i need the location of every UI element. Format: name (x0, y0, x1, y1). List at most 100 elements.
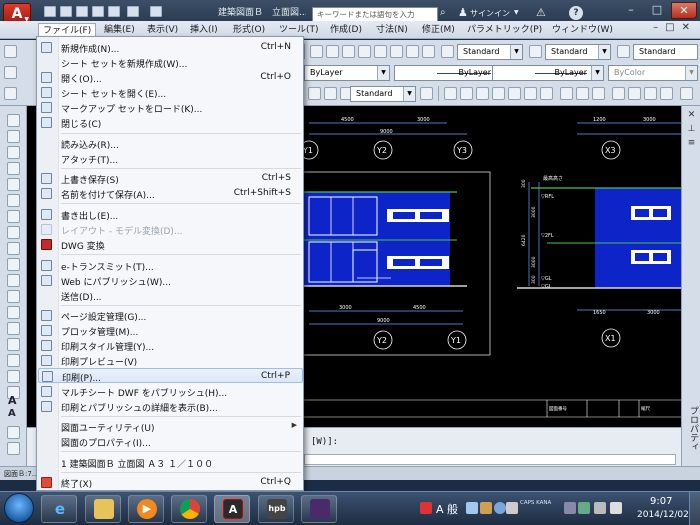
close-button[interactable]: ✕ (671, 2, 697, 19)
start-button[interactable] (4, 493, 34, 523)
save-as-icon[interactable] (92, 6, 104, 17)
signin-button[interactable]: サインイン (470, 8, 510, 19)
circle-tool-icon[interactable] (7, 210, 20, 223)
scale-tool-icon[interactable] (7, 290, 20, 303)
plot-icon[interactable] (108, 6, 120, 17)
line-tool-icon[interactable] (7, 114, 20, 127)
chevron-down-icon[interactable]: ▼ (514, 9, 519, 16)
menu-item-layout-to-model[interactable]: レイアウト - モデル変換(D)... (38, 222, 303, 237)
tb-icon[interactable] (644, 87, 657, 100)
ime-indicator[interactable]: A 般 (436, 501, 458, 517)
tb-icon[interactable] (406, 45, 419, 58)
wrench-icon[interactable] (7, 442, 20, 455)
menu-item-new-sheet-set[interactable]: シート セットを新規作成(W)... (38, 55, 303, 70)
exchange-apps-icon[interactable]: ⚠ (536, 6, 546, 19)
menu-item-attach[interactable]: アタッチ(T)... (38, 151, 303, 166)
rectangle-tool-icon[interactable] (7, 162, 20, 175)
show-desktop-button[interactable] (689, 492, 700, 525)
help-button[interactable]: ? (569, 6, 583, 20)
menu-edit[interactable]: 編集(E) (100, 23, 139, 37)
tb-icon[interactable] (680, 87, 693, 100)
menu-view[interactable]: 表示(V) (143, 23, 182, 37)
search-input[interactable]: キーワードまたは語句を入力 (312, 7, 438, 22)
tb-icon[interactable] (310, 45, 323, 58)
menu-item-export[interactable]: 書き出し(E)... (38, 207, 303, 222)
taskbar-ie[interactable]: e (41, 495, 77, 523)
tb-icon[interactable] (324, 87, 337, 100)
command-input[interactable] (304, 454, 676, 465)
tb-icon[interactable] (524, 87, 537, 100)
move-tool-icon[interactable] (7, 178, 20, 191)
mtext-tool-icon[interactable]: A (8, 408, 16, 419)
tb-icon[interactable] (460, 87, 473, 100)
tray-icon[interactable] (480, 502, 492, 514)
clock-date[interactable]: 2014/12/02 (637, 510, 689, 520)
menu-item-publish-dwf[interactable]: マルチシート DWF をパブリッシュ(H)... (38, 384, 303, 399)
tray-icon[interactable] (506, 502, 518, 514)
clock-time[interactable]: 9:07 (650, 496, 672, 507)
menu-tools[interactable]: ツール(T) (275, 23, 323, 37)
chamfer-tool-icon[interactable] (7, 370, 20, 383)
menu-item-page-setup[interactable]: ページ設定管理(G)... (38, 308, 303, 323)
menu-item-plot-details[interactable]: 印刷とパブリッシュの詳細を表示(B)... (38, 399, 303, 414)
tb-icon[interactable] (540, 87, 553, 100)
menu-file[interactable]: ファイル(F) (38, 23, 97, 37)
menu-item-new[interactable]: 新規作成(N)... Ctrl+N (38, 40, 303, 55)
extend-tool-icon[interactable] (7, 338, 20, 351)
open-icon[interactable] (60, 6, 72, 17)
menu-modify[interactable]: 修正(M) (418, 23, 459, 37)
volume-icon[interactable] (610, 502, 622, 514)
menu-item-drawing-utilities[interactable]: 図面ユーティリティ(U) ▶ (38, 419, 303, 434)
menu-item-plot-style-manager[interactable]: 印刷スタイル管理(Y)... (38, 338, 303, 353)
tb-icon[interactable] (576, 87, 589, 100)
color-select[interactable]: ByLayer ▼ (304, 65, 390, 81)
menu-item-publish-web[interactable]: Web にパブリッシュ(W)... (38, 273, 303, 288)
tb-icon[interactable] (560, 87, 573, 100)
menu-item-dwg-convert[interactable]: DWG 変換 (38, 237, 303, 252)
new-icon[interactable] (44, 6, 56, 17)
menu-draw[interactable]: 作成(D) (326, 23, 366, 37)
menu-item-etransmit[interactable]: e-トランスミット(T)... (38, 258, 303, 273)
menu-item-open-sheet-set[interactable]: シート セットを開く(E)... (38, 85, 303, 100)
network-icon[interactable] (594, 502, 606, 514)
plot-style-select[interactable]: ByColor ▼ (608, 65, 698, 81)
menu-dimension[interactable]: 寸法(N) (372, 23, 412, 37)
menu-parametric[interactable]: パラメトリック(P) (463, 23, 546, 37)
dim-style-select-2[interactable]: Standard ▼ (350, 86, 416, 102)
lineweight-select[interactable]: ByLayer ▼ (492, 65, 604, 81)
linetype-select[interactable]: ByLayer▼ (394, 65, 508, 81)
tb-icon[interactable] (358, 45, 371, 58)
menu-item-import[interactable]: 読み込み(R)... (38, 136, 303, 151)
array-tool-icon[interactable] (7, 274, 20, 287)
text-style-icon[interactable] (441, 45, 454, 58)
taskbar-media-player[interactable]: ▶ (128, 495, 164, 523)
tb-icon[interactable] (390, 45, 403, 58)
taskbar-app[interactable] (301, 495, 337, 523)
table-style-select[interactable]: Standard (633, 44, 698, 60)
flag-icon[interactable] (578, 502, 590, 514)
tb-icon[interactable] (422, 45, 435, 58)
layer-icon[interactable] (4, 66, 17, 79)
stretch-tool-icon[interactable] (7, 306, 20, 319)
tb-icon[interactable] (326, 45, 339, 58)
tb-icon[interactable] (508, 87, 521, 100)
help-tray-icon[interactable] (494, 502, 506, 514)
menu-item-open[interactable]: 開く(O)... Ctrl+O (38, 70, 303, 85)
table-tool-icon[interactable] (7, 426, 20, 439)
polygon-tool-icon[interactable] (7, 146, 20, 159)
trim-tool-icon[interactable] (7, 322, 20, 335)
dim-style-icon[interactable] (529, 45, 542, 58)
tb-icon[interactable] (374, 45, 387, 58)
maximize-button[interactable]: □ (645, 2, 669, 19)
table-style-icon[interactable] (617, 45, 630, 58)
taskbar-autocad[interactable]: A (214, 495, 250, 523)
undo-icon[interactable] (127, 6, 139, 17)
menu-insert[interactable]: 挿入(I) (186, 23, 222, 37)
rotate-tool-icon[interactable] (7, 194, 20, 207)
tb-icon[interactable] (476, 87, 489, 100)
menu-item-plot-preview[interactable]: 印刷プレビュー(V) (38, 353, 303, 368)
dim-linear-icon[interactable] (4, 87, 17, 100)
tb-icon[interactable] (444, 87, 457, 100)
menu-item-drawing-properties[interactable]: 図面のプロパティ(I)... (38, 434, 303, 449)
binoculars-icon[interactable]: ⌕ (440, 7, 454, 22)
